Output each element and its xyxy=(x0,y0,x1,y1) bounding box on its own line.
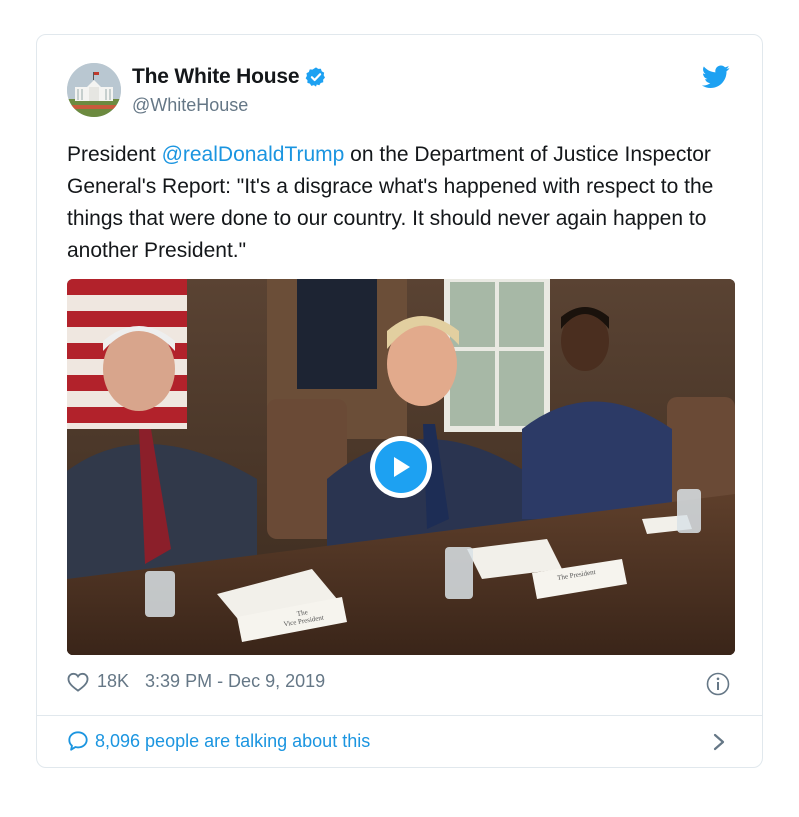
author-display-name[interactable]: The White House xyxy=(132,65,300,89)
play-button[interactable] xyxy=(370,436,432,498)
like-count[interactable]: 18K xyxy=(97,671,129,692)
tweet-card: The White House @WhiteHouse President @r… xyxy=(36,34,763,768)
timestamp[interactable]: 3:39 PM - Dec 9, 2019 xyxy=(145,671,325,692)
divider xyxy=(37,715,762,716)
tweet-meta: 18K 3:39 PM - Dec 9, 2019 xyxy=(67,671,325,692)
twitter-bird-icon[interactable] xyxy=(702,65,730,89)
mention-link[interactable]: @realDonaldTrump xyxy=(162,143,345,166)
tweet-text: President @realDonaldTrump on the Depart… xyxy=(67,139,747,267)
tweet-text-prefix: President xyxy=(67,143,162,166)
info-icon[interactable] xyxy=(706,672,730,696)
conversation-link[interactable]: 8,096 people are talking about this xyxy=(67,730,370,752)
chevron-right-icon[interactable] xyxy=(712,732,726,752)
conversation-count-label[interactable]: 8,096 people are talking about this xyxy=(95,731,370,752)
heart-icon[interactable] xyxy=(67,672,89,692)
verified-badge-icon xyxy=(305,67,326,87)
author-name-row[interactable]: The White House xyxy=(132,65,327,89)
video-thumbnail[interactable]: The Vice President The President xyxy=(67,279,735,655)
author-handle[interactable]: @WhiteHouse xyxy=(132,95,248,116)
speech-bubble-icon xyxy=(68,731,88,751)
white-house-avatar[interactable] xyxy=(67,63,121,117)
play-icon xyxy=(375,441,427,493)
